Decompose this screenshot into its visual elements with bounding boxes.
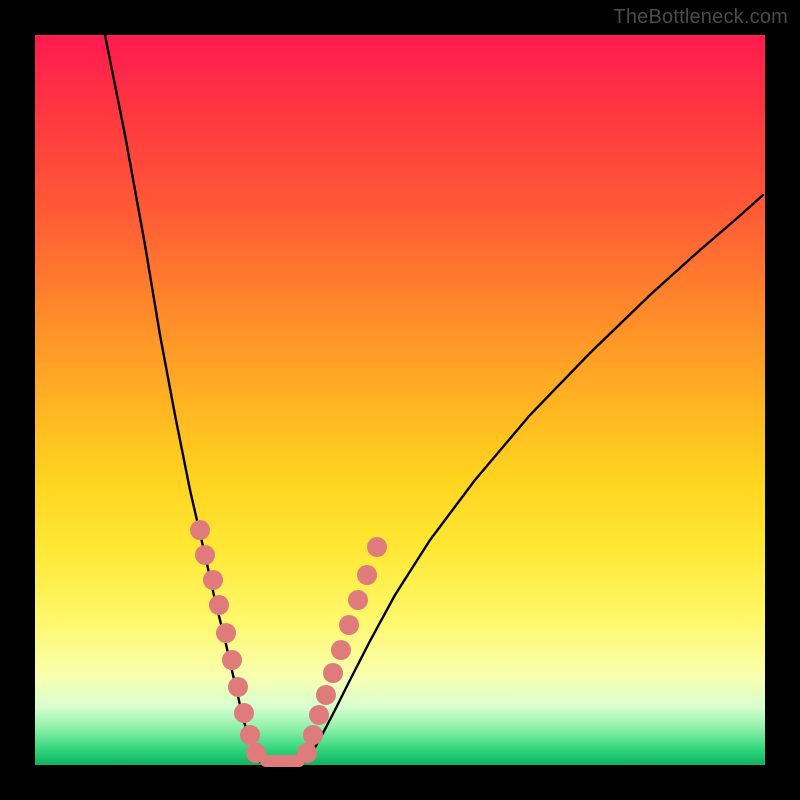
watermark-text: TheBottleneck.com bbox=[613, 6, 788, 29]
marker-dot bbox=[297, 743, 317, 763]
marker-dot bbox=[240, 725, 260, 745]
marker-dot bbox=[190, 520, 210, 540]
marker-dot bbox=[222, 650, 242, 670]
marker-dot bbox=[316, 685, 336, 705]
marker-dot bbox=[203, 570, 223, 590]
marker-dot bbox=[367, 537, 387, 557]
marker-dot bbox=[323, 663, 343, 683]
marker-dot bbox=[216, 623, 236, 643]
marker-dot bbox=[309, 705, 329, 725]
marker-dot bbox=[209, 595, 229, 615]
marker-dot bbox=[195, 545, 215, 565]
marker-dot bbox=[246, 743, 266, 763]
marker-dot bbox=[234, 703, 254, 723]
marker-cluster-left bbox=[190, 520, 266, 763]
curve-right-arm bbox=[305, 195, 763, 762]
marker-dot bbox=[303, 725, 323, 745]
curve-layer bbox=[35, 35, 765, 765]
marker-dot bbox=[228, 677, 248, 697]
marker-dot bbox=[331, 640, 351, 660]
marker-dot bbox=[339, 615, 359, 635]
marker-dot bbox=[357, 565, 377, 585]
plot-area bbox=[35, 35, 765, 765]
chart-frame: TheBottleneck.com bbox=[0, 0, 800, 800]
marker-cluster-right bbox=[297, 537, 387, 763]
marker-dot bbox=[348, 590, 368, 610]
